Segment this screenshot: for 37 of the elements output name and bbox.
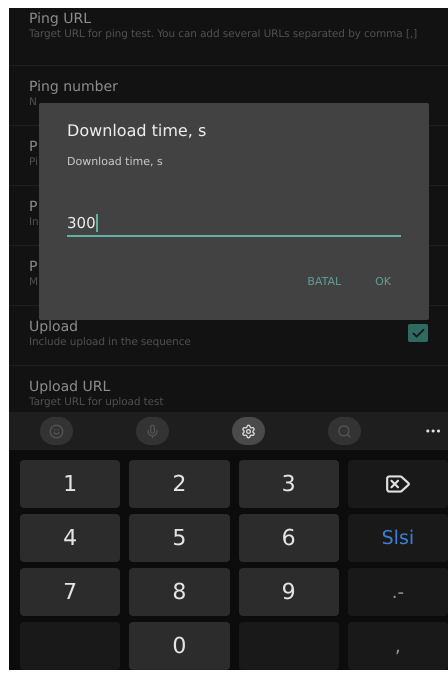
input-field[interactable]: 300	[67, 211, 401, 237]
keyboard-key[interactable]: 1	[20, 460, 120, 508]
setting-description: Target URL for ping test. You can add several URLs separated by comma [,]	[29, 28, 418, 41]
setting-description: N	[29, 96, 38, 109]
setting-description: In	[29, 216, 39, 229]
setting-description: Include upload in the sequence	[29, 336, 191, 349]
checkbox[interactable]	[408, 324, 428, 342]
setting-title: Upload	[29, 318, 80, 336]
keyboard-key[interactable]: 2	[129, 460, 230, 508]
setting-description: Pi	[29, 156, 38, 169]
keyboard-key[interactable]: 8	[129, 568, 230, 616]
setting-title: Ping number	[29, 78, 118, 96]
smiley-icon	[48, 424, 64, 438]
setting-description: M	[29, 276, 38, 289]
settings-button[interactable]	[232, 417, 265, 445]
setting-description: Target URL for upload test	[29, 396, 164, 409]
keyboard-key[interactable]: 3	[238, 460, 339, 508]
keyboard-key[interactable]: 4	[20, 514, 120, 562]
setting-title: Upload URL	[29, 378, 112, 396]
setting-title: Ping URL	[29, 10, 92, 28]
keyboard-key[interactable]: 0	[129, 622, 230, 670]
settings-icon	[240, 424, 256, 438]
keyboard-key[interactable]: 5	[129, 514, 230, 562]
microphone-icon	[144, 424, 160, 438]
field-label: Download time, s	[67, 155, 164, 169]
setting-title: P	[29, 138, 38, 156]
keyboard-key[interactable]: 7	[20, 568, 120, 616]
keyboard-key[interactable]: 6	[238, 514, 339, 562]
dialog-title: Download time, s	[67, 121, 208, 141]
backspace-key[interactable]	[348, 460, 448, 508]
keyboard-key[interactable]: ,	[348, 622, 448, 670]
keyboard-key[interactable]: .-	[348, 568, 448, 616]
keyboard-key[interactable]: Slsi	[348, 514, 448, 562]
setting-title: P	[29, 258, 38, 276]
setting-title: P	[29, 198, 38, 216]
search-icon	[336, 424, 352, 438]
keyboard-key[interactable]: 9	[238, 568, 339, 616]
